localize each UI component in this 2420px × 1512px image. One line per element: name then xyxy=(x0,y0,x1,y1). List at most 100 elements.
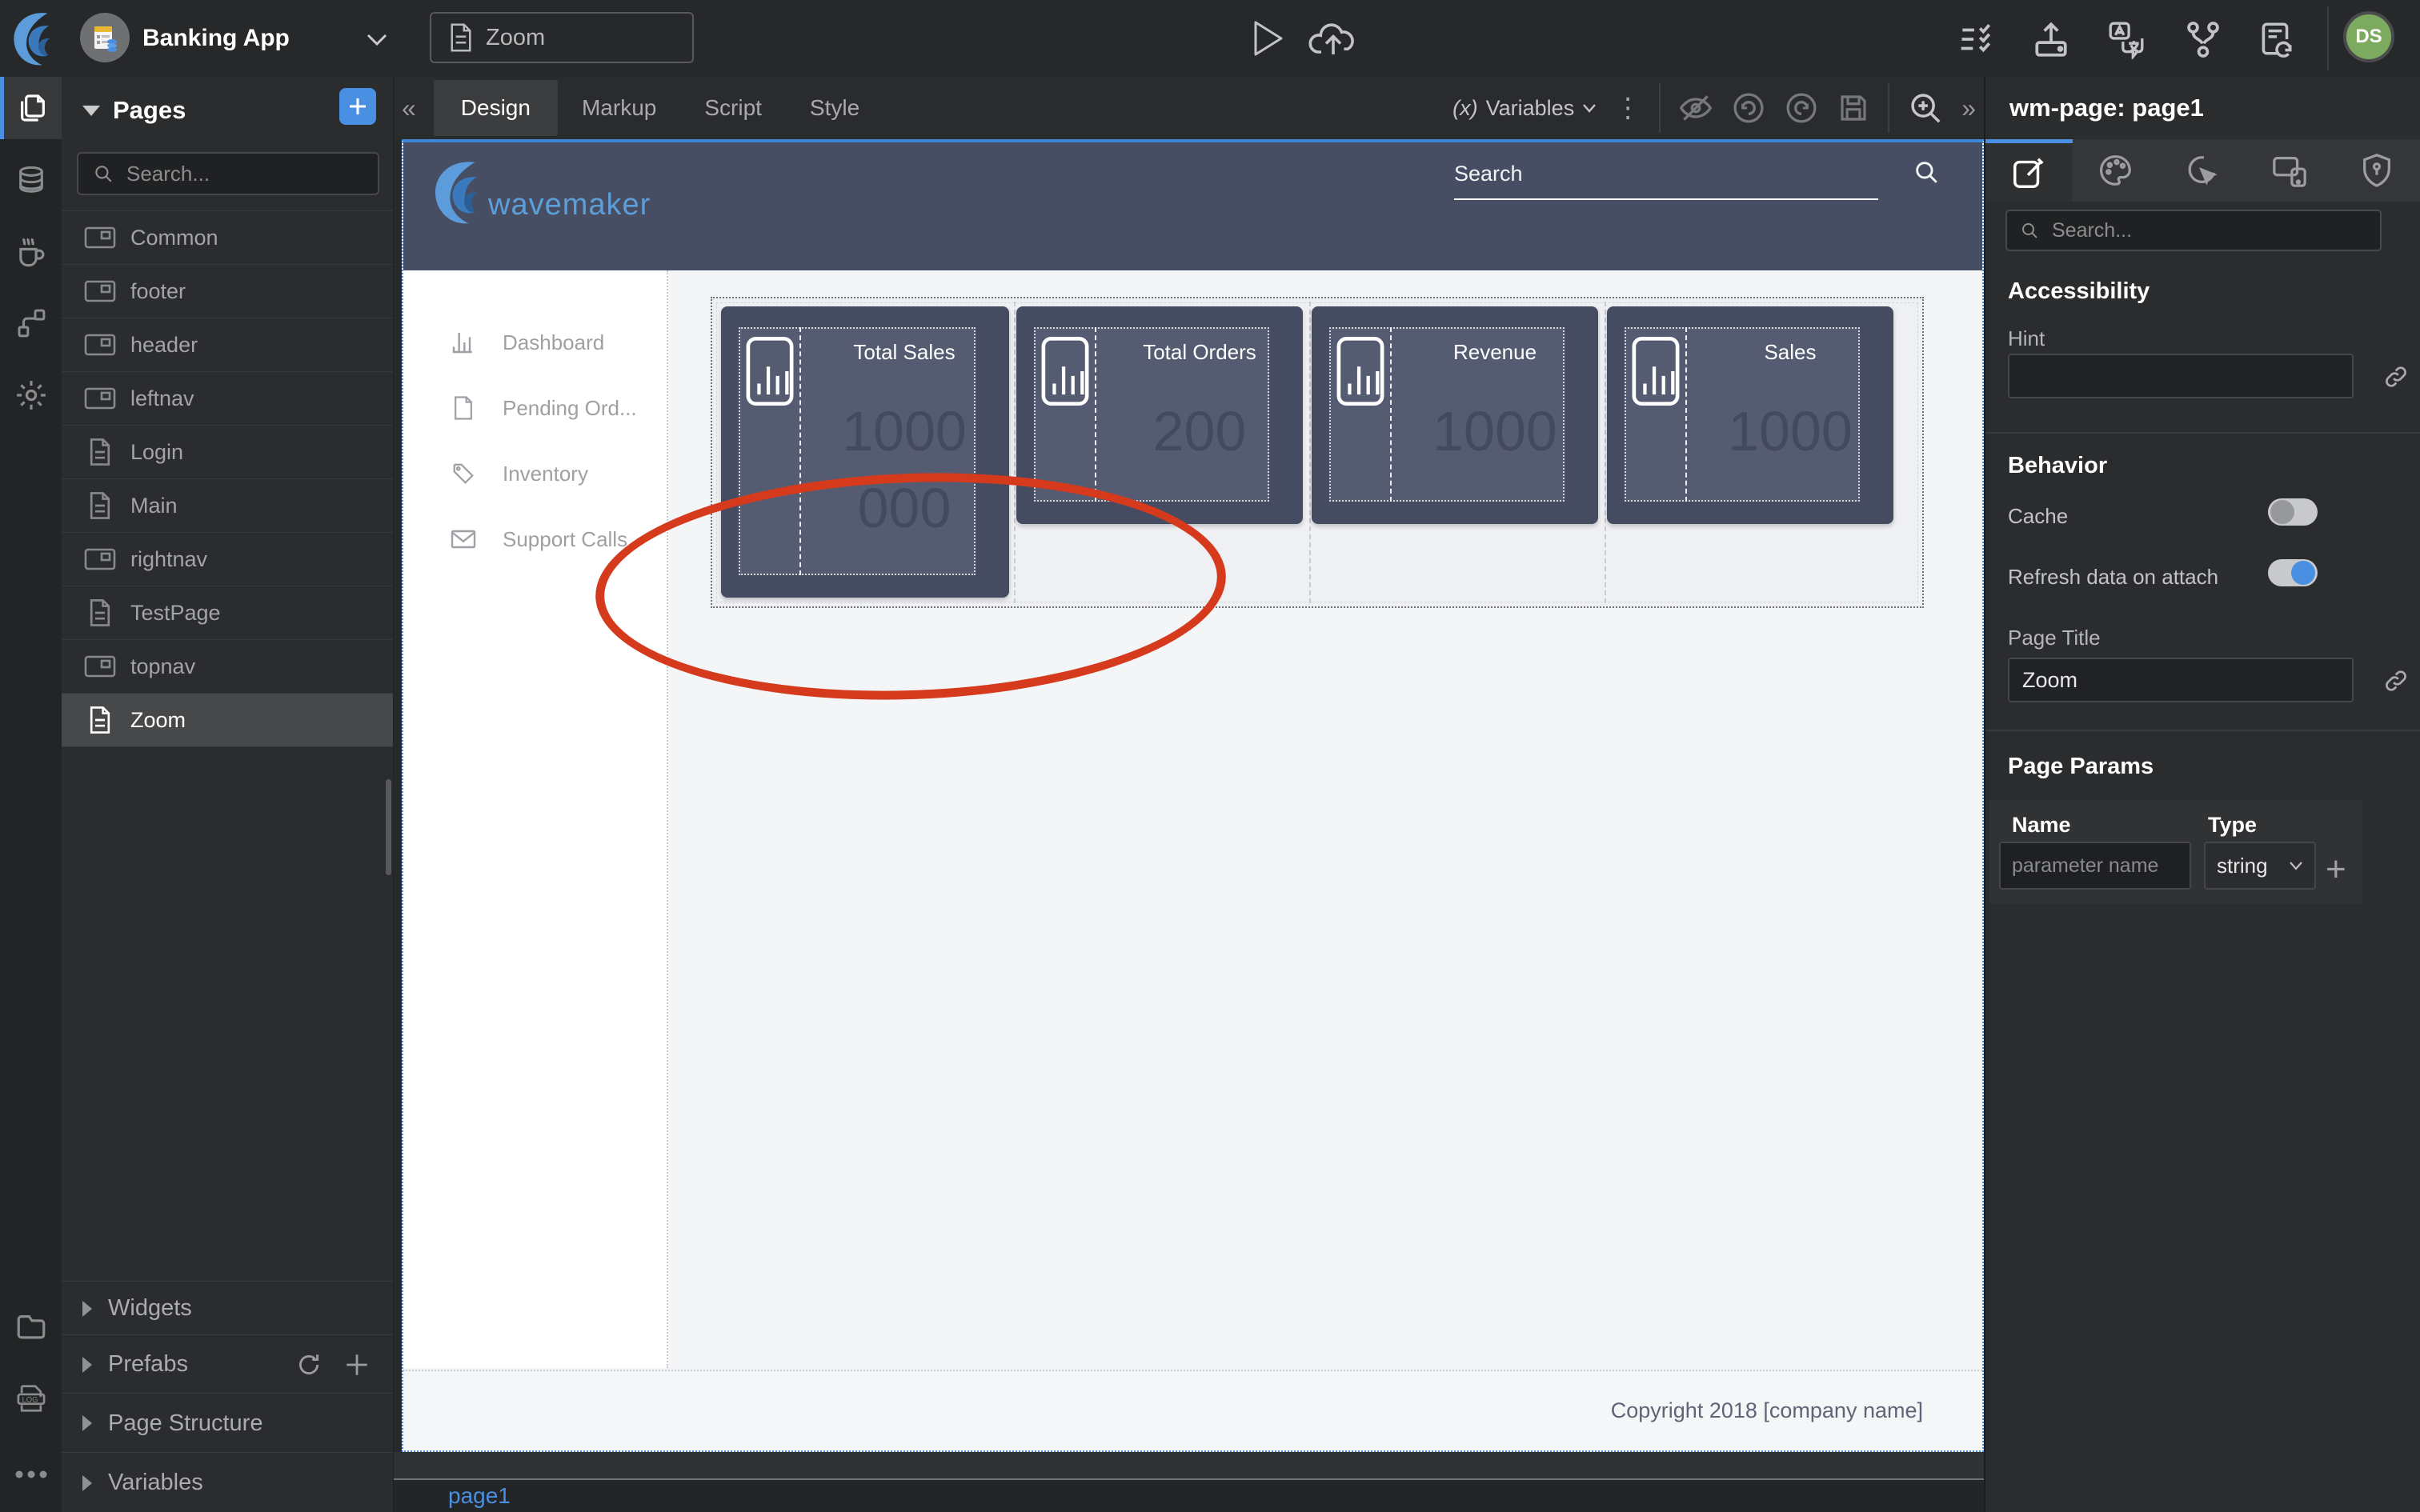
user-avatar[interactable]: DS xyxy=(2343,11,2394,62)
search-icon[interactable] xyxy=(1913,158,1940,186)
card-revenue[interactable]: Revenue 1000 xyxy=(1312,306,1598,524)
pages-search-input[interactable] xyxy=(125,161,344,187)
devices-icon xyxy=(2271,152,2308,189)
page-item-footer[interactable]: footer xyxy=(62,265,393,318)
project-icon[interactable] xyxy=(80,13,130,62)
chevron-down-icon[interactable] xyxy=(367,34,387,46)
export-artifact-icon[interactable] xyxy=(2031,19,2071,59)
card-title: Total Sales xyxy=(799,340,1009,365)
accessibility-heading: Accessibility xyxy=(2008,278,2150,305)
tab-devices[interactable] xyxy=(2246,139,2334,202)
bind-link-icon[interactable] xyxy=(2382,667,2410,694)
breadcrumb-page1[interactable]: page1 xyxy=(448,1483,511,1509)
chart-icon xyxy=(1631,335,1681,407)
page-item-topnav[interactable]: topnav xyxy=(62,640,393,694)
page-item-login[interactable]: Login xyxy=(62,426,393,479)
tab-design[interactable]: Design xyxy=(434,80,558,136)
file-sync-icon[interactable] xyxy=(2255,19,2295,59)
param-name-input[interactable] xyxy=(1999,842,2191,890)
properties-search[interactable] xyxy=(2005,210,2382,251)
preview-eye-icon[interactable] xyxy=(1678,90,1713,126)
page-item-main[interactable]: Main xyxy=(62,479,393,533)
undo-icon[interactable] xyxy=(1731,90,1766,126)
add-prefab-icon[interactable] xyxy=(343,1351,371,1378)
tab-events[interactable] xyxy=(2159,139,2246,202)
zoom-in-icon[interactable] xyxy=(1907,90,1944,126)
collapse-caret-icon[interactable] xyxy=(82,106,100,116)
properties-search-input[interactable] xyxy=(2050,218,2342,243)
card-sales[interactable]: Sales 1000 xyxy=(1607,306,1893,524)
tab-markup[interactable]: Markup xyxy=(558,80,680,136)
rail-java-services-button[interactable] xyxy=(0,221,62,283)
toolbar-divider xyxy=(1659,83,1661,133)
canvas-app-header[interactable]: wavemaker Search xyxy=(403,142,1982,270)
behavior-heading: Behavior xyxy=(2008,453,2107,479)
rail-files-button[interactable] xyxy=(0,1294,62,1357)
section-page-structure[interactable]: Page Structure xyxy=(62,1393,393,1453)
page-title-label: Page Title xyxy=(2008,626,2101,650)
bind-link-icon[interactable] xyxy=(2382,363,2410,390)
git-branch-icon[interactable] xyxy=(2183,19,2223,59)
section-variables[interactable]: Variables xyxy=(62,1452,393,1512)
save-icon[interactable] xyxy=(1837,91,1870,125)
wavemaker-studio: Banking App Zoom xyxy=(0,0,2420,1512)
nav-item-dashboard[interactable]: Dashboard xyxy=(403,318,667,366)
expand-panel-chevron[interactable]: » xyxy=(1961,94,1976,123)
page-title-input[interactable] xyxy=(2008,658,2354,702)
column-guide xyxy=(1605,302,1606,603)
tab-script[interactable]: Script xyxy=(680,80,786,136)
rail-pages-button[interactable] xyxy=(0,77,62,139)
collapse-panel-chevron[interactable]: « xyxy=(402,94,416,123)
section-widgets[interactable]: Widgets xyxy=(62,1281,393,1335)
pages-scrollbar[interactable] xyxy=(386,779,391,875)
chart-icon xyxy=(1040,335,1090,407)
rail-database-button[interactable] xyxy=(0,150,62,212)
deploy-cloud-button[interactable] xyxy=(1307,21,1360,59)
page-item-header[interactable]: header xyxy=(62,318,393,372)
canvas-search-label[interactable]: Search xyxy=(1454,162,1523,186)
document-icon xyxy=(450,395,477,421)
section-prefabs[interactable]: Prefabs xyxy=(62,1334,393,1394)
add-param-button[interactable]: + xyxy=(2326,850,2346,890)
page-item-leftnav[interactable]: leftnav xyxy=(62,372,393,426)
rail-apis-button[interactable] xyxy=(0,292,62,354)
nav-item-pending-orders[interactable]: Pending Ord... xyxy=(403,384,667,432)
localization-icon[interactable] xyxy=(2106,19,2146,59)
nav-item-inventory[interactable]: Inventory xyxy=(403,450,667,498)
more-options-icon[interactable]: ⋮ xyxy=(1614,92,1641,124)
checklist-icon[interactable] xyxy=(1956,19,1996,59)
toggle-knob xyxy=(2291,561,2315,585)
page-item-common[interactable]: Common xyxy=(62,210,393,265)
hint-input[interactable] xyxy=(2008,354,2354,398)
page-file-icon xyxy=(84,438,116,466)
run-button[interactable] xyxy=(1251,19,1284,58)
refresh-prefabs-icon[interactable] xyxy=(295,1351,323,1378)
rail-more-button[interactable] xyxy=(0,1443,62,1506)
tab-style[interactable]: Style xyxy=(786,80,883,136)
shield-key-icon xyxy=(2358,152,2395,189)
envelope-icon xyxy=(450,529,477,550)
chevron-down-icon xyxy=(2289,861,2303,870)
page-item-testpage[interactable]: TestPage xyxy=(62,586,393,640)
canvas-footer[interactable]: Copyright 2018 [company name] xyxy=(403,1370,1982,1450)
redo-icon[interactable] xyxy=(1784,90,1819,126)
wavemaker-logo-icon xyxy=(11,8,56,69)
add-page-button[interactable] xyxy=(339,88,376,125)
pages-search[interactable] xyxy=(77,152,379,195)
tab-security[interactable] xyxy=(2333,139,2420,202)
open-page-tab[interactable]: Zoom xyxy=(430,12,694,63)
partial-icon xyxy=(84,654,116,679)
rail-logs-button[interactable]: LOG xyxy=(0,1367,62,1430)
page-item-zoom[interactable]: Zoom xyxy=(62,694,393,747)
partial-icon xyxy=(84,386,116,411)
variables-dropdown[interactable]: (x) Variables xyxy=(1452,96,1597,121)
refresh-data-toggle[interactable] xyxy=(2268,559,2318,586)
design-canvas[interactable]: wavemaker Search Dashboard Pending xyxy=(402,139,1984,1452)
tab-properties[interactable] xyxy=(1985,139,2073,202)
param-type-select[interactable]: string xyxy=(2204,842,2316,890)
project-name[interactable]: Banking App xyxy=(142,0,290,77)
tab-styles[interactable] xyxy=(2073,139,2160,202)
rail-settings-button[interactable] xyxy=(0,364,62,426)
page-item-rightnav[interactable]: rightnav xyxy=(62,533,393,586)
cache-toggle[interactable] xyxy=(2268,498,2318,526)
